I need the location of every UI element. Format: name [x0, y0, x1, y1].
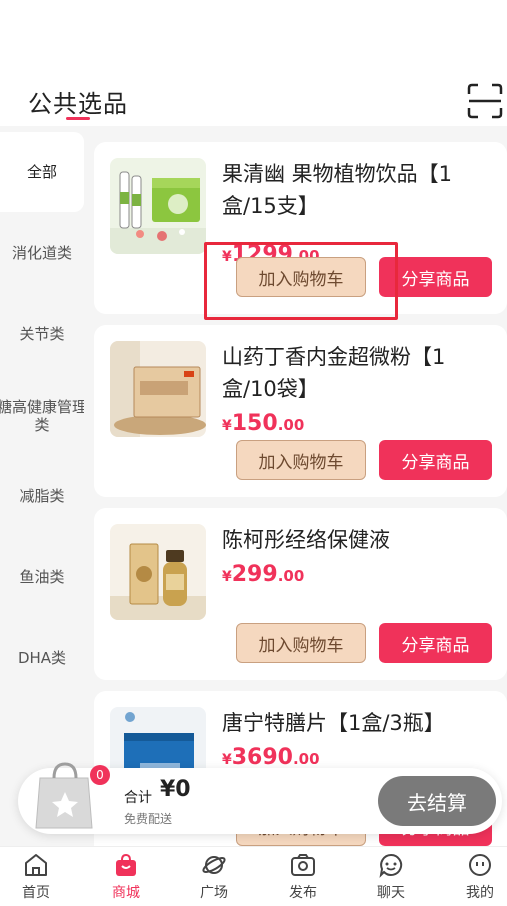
share-product-button[interactable]: 分享商品: [379, 257, 492, 297]
tab-label: 广场: [200, 885, 228, 901]
category-label: DHA类: [17, 649, 67, 667]
category-label: 糖高健康管理类: [0, 398, 87, 434]
tab-label: 我的: [466, 885, 494, 901]
product-card[interactable]: 陈柯彤经络保健液 ¥299.00 加入购物车 分享商品: [94, 508, 507, 680]
tab-label: 发布: [289, 885, 317, 901]
product-price: ¥150.00: [222, 411, 305, 436]
product-name: 果清幽 果物植物饮品【1盒/15支】: [222, 162, 453, 218]
tab-home[interactable]: 首页: [0, 847, 78, 906]
product-image: [110, 524, 206, 620]
chat-icon: [379, 853, 403, 878]
tab-chat[interactable]: 聊天: [349, 847, 433, 906]
product-image: [110, 341, 206, 437]
product-name: 山药丁香内金超微粉【1盒/10袋】: [222, 345, 446, 401]
category-fat-loss[interactable]: 减脂类: [0, 456, 84, 536]
total-label: 合计: [124, 790, 152, 806]
tab-label: 商城: [112, 885, 140, 901]
checkout-button[interactable]: 去结算: [378, 776, 496, 826]
product-name: 陈柯彤经络保健液: [222, 528, 390, 552]
tab-shop[interactable]: 商城: [84, 847, 168, 906]
total-amount: ¥0: [160, 777, 191, 802]
cart-count-badge: 0: [90, 765, 110, 785]
product-image: [110, 158, 206, 254]
category-label: 鱼油类: [19, 568, 65, 586]
home-icon: [25, 854, 47, 876]
product-list: 果清幽 果物植物饮品【1盒/15支】 ¥1299.00 加入购物车 分享商品 山…: [84, 126, 507, 846]
tab-square[interactable]: 广场: [172, 847, 256, 906]
tab-label: 聊天: [377, 885, 405, 901]
status-bar: [0, 0, 507, 70]
category-label: 减脂类: [19, 487, 65, 505]
category-sidebar: 全部 消化道类 关节类 糖高健康管理类 减脂类 鱼油类 DHA类: [0, 126, 87, 846]
category-label: 全部: [26, 163, 57, 181]
tab-me[interactable]: 我的: [438, 847, 507, 906]
category-label: 消化道类: [11, 244, 72, 262]
title-underline: [66, 117, 90, 120]
category-all[interactable]: 全部: [0, 132, 84, 212]
category-blood-sugar[interactable]: 糖高健康管理类: [0, 376, 94, 456]
add-to-cart-button[interactable]: 加入购物车: [236, 257, 366, 297]
category-label: 关节类: [19, 325, 65, 343]
share-product-button[interactable]: 分享商品: [379, 440, 492, 480]
add-to-cart-button[interactable]: 加入购物车: [236, 440, 366, 480]
product-card[interactable]: 果清幽 果物植物饮品【1盒/15支】 ¥1299.00 加入购物车 分享商品: [94, 142, 507, 314]
share-product-button[interactable]: 分享商品: [379, 623, 492, 663]
face-icon: [469, 854, 491, 876]
planet-icon: [202, 856, 226, 874]
page-title: 公共选品: [28, 90, 128, 118]
scan-icon[interactable]: [466, 82, 504, 120]
product-name: 唐宁特膳片【1盒/3瓶】: [222, 711, 445, 735]
category-fish-oil[interactable]: 鱼油类: [0, 537, 84, 617]
category-dha[interactable]: DHA类: [0, 618, 84, 698]
shipping-label: 免费配送: [124, 812, 173, 826]
tab-publish[interactable]: 发布: [261, 847, 345, 906]
product-card[interactable]: 山药丁香内金超微粉【1盒/10袋】 ¥150.00 加入购物车 分享商品: [94, 325, 507, 497]
category-joint[interactable]: 关节类: [0, 294, 84, 374]
add-to-cart-button[interactable]: 加入购物车: [236, 623, 366, 663]
shop-bag-icon: [116, 853, 136, 876]
tab-label: 首页: [22, 885, 50, 901]
category-digestive[interactable]: 消化道类: [0, 213, 84, 293]
camera-icon: [291, 854, 315, 876]
page-header: 公共选品: [0, 70, 507, 126]
bottom-tab-bar: 首页 商城 广场 发布 聊天 我的: [0, 846, 507, 906]
product-price: ¥299.00: [222, 562, 305, 587]
product-price: ¥3690.00: [222, 745, 320, 770]
